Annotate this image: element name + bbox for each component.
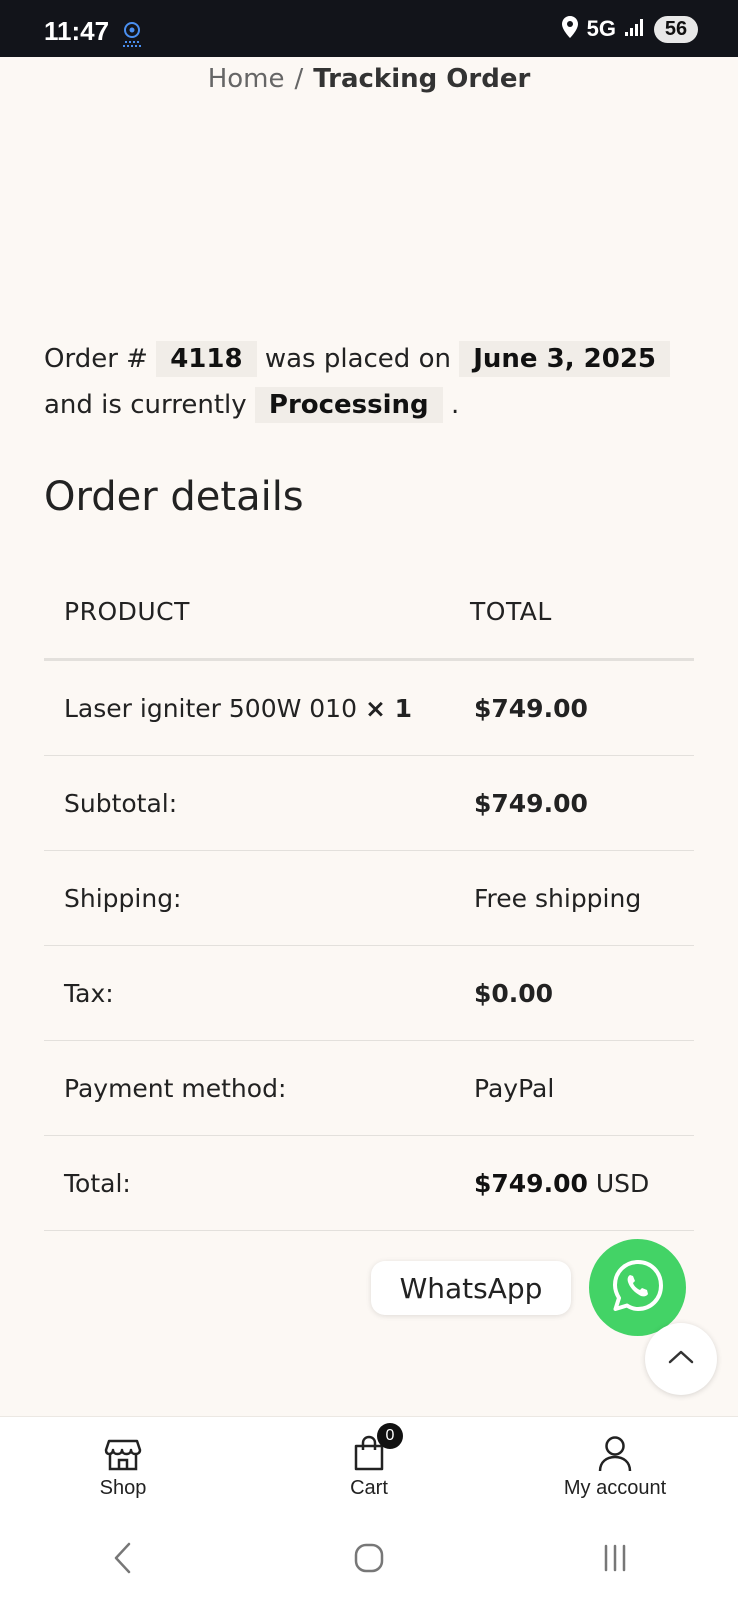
network-type: 5G (586, 16, 616, 41)
whatsapp-button[interactable] (589, 1239, 686, 1336)
header-product: PRODUCT (64, 597, 190, 626)
system-nav-bar (0, 1520, 738, 1600)
item-total: $749.00 (474, 693, 588, 723)
product-qty: × 1 (364, 693, 412, 723)
shipping-value: Free shipping (474, 883, 642, 913)
order-prefix: Order # (44, 344, 148, 374)
total-cell: $749.00 USD (450, 1169, 694, 1198)
shop-icon (103, 1433, 143, 1473)
signal-icon (624, 17, 646, 41)
table-row-tax: Tax: $0.00 (44, 946, 694, 1041)
breadcrumb: Home / Tracking Order (0, 64, 738, 94)
payment-value: PayPal (474, 1073, 555, 1103)
battery-level: 56 (654, 15, 698, 43)
order-details-title: Order details (44, 474, 304, 520)
subtotal-value: $749.00 (474, 788, 588, 818)
shopping-bag-icon: 0 (349, 1423, 403, 1473)
order-details-table: PRODUCT TOTAL Laser igniter 500W 010 × 1… (44, 565, 694, 1231)
cart-count-badge: 0 (377, 1423, 403, 1449)
chevron-up-icon (667, 1348, 695, 1370)
breadcrumb-separator: / (294, 64, 304, 94)
tax-value: $0.00 (474, 978, 554, 1008)
total-label: Total: (64, 1168, 131, 1198)
header-total: TOTAL (470, 597, 552, 626)
order-date: June 3, 2025 (459, 341, 670, 377)
user-icon (595, 1433, 635, 1473)
summary-period: . (450, 390, 460, 420)
table-row-payment: Payment method: PayPal (44, 1041, 694, 1136)
nav-account[interactable]: My account (492, 1417, 738, 1520)
nav-shop[interactable]: Shop (0, 1417, 246, 1520)
recent-apps-button[interactable] (585, 1530, 645, 1590)
webcam-icon (119, 20, 145, 50)
scroll-top-button[interactable] (645, 1323, 717, 1395)
breadcrumb-current: Tracking Order (313, 64, 531, 94)
back-button[interactable] (93, 1530, 153, 1590)
product-name-link[interactable]: Laser igniter 500W 010 (64, 694, 357, 723)
order-status: Processing (254, 387, 443, 423)
subtotal-label: Subtotal: (64, 788, 178, 818)
table-row-total: Total: $749.00 USD (44, 1136, 694, 1231)
order-number: 4118 (156, 341, 257, 377)
location-icon (561, 15, 579, 43)
home-button[interactable] (339, 1530, 399, 1590)
total-currency: USD (595, 1168, 650, 1198)
table-row-subtotal: Subtotal: $749.00 (44, 756, 694, 851)
status-time: 11:47 (44, 16, 110, 46)
back-chevron-icon (111, 1541, 135, 1579)
nav-account-label: My account (563, 1477, 667, 1499)
table-row-shipping: Shipping: Free shipping (44, 851, 694, 946)
currently-text: and is currently (44, 390, 247, 420)
tax-label: Tax: (64, 978, 114, 1008)
whatsapp-icon (608, 1256, 668, 1320)
table-header: PRODUCT TOTAL (44, 565, 694, 661)
recent-apps-icon (600, 1543, 630, 1577)
table-row-item: Laser igniter 500W 010 × 1 $749.00 (44, 661, 694, 756)
nav-cart-label: Cart (350, 1477, 388, 1499)
nav-shop-label: Shop (99, 1477, 147, 1499)
bottom-nav: Shop 0 Cart My account (0, 1416, 738, 1520)
status-bar: 11:47 5G 56 (0, 0, 738, 57)
product-cell: Laser igniter 500W 010 × 1 (44, 694, 450, 723)
whatsapp-label[interactable]: WhatsApp (371, 1261, 571, 1315)
order-summary: Order # 4118 was placed on June 3, 2025 … (44, 336, 704, 428)
breadcrumb-home-link[interactable]: Home (208, 64, 285, 94)
shipping-label: Shipping: (64, 883, 182, 913)
status-indicators: 5G 56 (561, 14, 698, 44)
placed-on-text: was placed on (264, 344, 451, 374)
payment-label: Payment method: (64, 1073, 287, 1103)
home-circle-icon (353, 1542, 385, 1578)
nav-cart[interactable]: 0 Cart (246, 1417, 492, 1520)
total-value: $749.00 (474, 1168, 588, 1198)
